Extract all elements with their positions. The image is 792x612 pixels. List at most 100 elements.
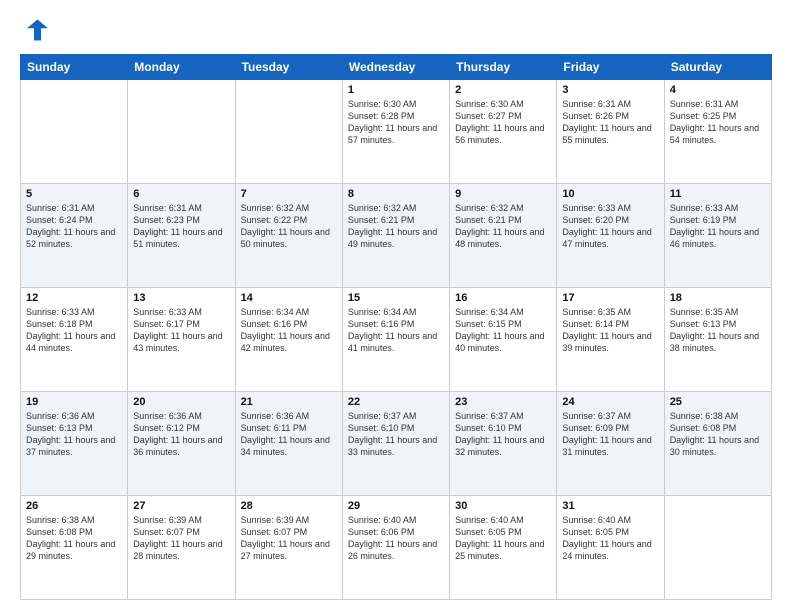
day-number: 13	[133, 292, 229, 304]
cell-info: Sunrise: 6:36 AM Sunset: 6:11 PM Dayligh…	[241, 410, 337, 459]
calendar-cell: 28 Sunrise: 6:39 AM Sunset: 6:07 PM Dayli…	[235, 496, 342, 600]
cell-info: Sunrise: 6:34 AM Sunset: 6:15 PM Dayligh…	[455, 306, 551, 355]
cell-info: Sunrise: 6:34 AM Sunset: 6:16 PM Dayligh…	[241, 306, 337, 355]
calendar-cell: 17Sunrise: 6:35 AM Sunset: 6:14 PM Dayli…	[557, 288, 664, 392]
day-number: 28	[241, 500, 337, 512]
day-number: 20	[133, 396, 229, 408]
cell-info: Sunrise: 6:37 AM Sunset: 6:09 PM Dayligh…	[562, 410, 658, 459]
cell-info: Sunrise: 6:31 AM Sunset: 6:24 PM Dayligh…	[26, 202, 122, 251]
cell-info: Sunrise: 6:40 AM Sunset: 6:05 PM Dayligh…	[455, 514, 551, 563]
calendar-cell	[664, 496, 771, 600]
cell-info: Sunrise: 6:35 AM Sunset: 6:14 PM Dayligh…	[562, 306, 658, 355]
day-number: 31	[562, 500, 658, 512]
cell-info: Sunrise: 6:31 AM Sunset: 6:23 PM Dayligh…	[133, 202, 229, 251]
calendar-cell: 14Sunrise: 6:34 AM Sunset: 6:16 PM Dayli…	[235, 288, 342, 392]
cell-info: Sunrise: 6:31 AM Sunset: 6:25 PM Dayligh…	[670, 98, 766, 147]
cell-info: Sunrise: 6:39 AM Sunset: 6:07 PM Dayligh…	[241, 514, 337, 563]
day-number: 5	[26, 188, 122, 200]
col-header-saturday: Saturday	[664, 55, 771, 80]
calendar-cell: 9 Sunrise: 6:32 AM Sunset: 6:21 PM Daylig…	[450, 184, 557, 288]
calendar-cell: 31 Sunrise: 6:40 AM Sunset: 6:05 PM Dayli…	[557, 496, 664, 600]
day-number: 15	[348, 292, 444, 304]
calendar-cell: 29Sunrise: 6:40 AM Sunset: 6:06 PM Dayli…	[342, 496, 449, 600]
cell-info: Sunrise: 6:33 AM Sunset: 6:17 PM Dayligh…	[133, 306, 229, 355]
calendar: SundayMondayTuesdayWednesdayThursdayFrid…	[20, 54, 772, 600]
logo	[20, 16, 52, 44]
calendar-cell: 2Sunrise: 6:30 AM Sunset: 6:27 PM Daylig…	[450, 80, 557, 184]
calendar-cell: 24 Sunrise: 6:37 AM Sunset: 6:09 PM Dayli…	[557, 392, 664, 496]
day-number: 6	[133, 188, 229, 200]
calendar-cell: 11 Sunrise: 6:33 AM Sunset: 6:19 PM Dayli…	[664, 184, 771, 288]
day-number: 27	[133, 500, 229, 512]
day-number: 29	[348, 500, 444, 512]
calendar-cell	[21, 80, 128, 184]
col-header-thursday: Thursday	[450, 55, 557, 80]
day-number: 19	[26, 396, 122, 408]
calendar-cell: 18 Sunrise: 6:35 AM Sunset: 6:13 PM Dayli…	[664, 288, 771, 392]
calendar-cell: 27 Sunrise: 6:39 AM Sunset: 6:07 PM Dayli…	[128, 496, 235, 600]
day-number: 8	[348, 188, 444, 200]
cell-info: Sunrise: 6:37 AM Sunset: 6:10 PM Dayligh…	[455, 410, 551, 459]
calendar-cell: 26 Sunrise: 6:38 AM Sunset: 6:08 PM Dayli…	[21, 496, 128, 600]
calendar-cell: 5 Sunrise: 6:31 AM Sunset: 6:24 PM Daylig…	[21, 184, 128, 288]
cell-info: Sunrise: 6:38 AM Sunset: 6:08 PM Dayligh…	[26, 514, 122, 563]
col-header-sunday: Sunday	[21, 55, 128, 80]
cell-info: Sunrise: 6:33 AM Sunset: 6:19 PM Dayligh…	[670, 202, 766, 251]
day-number: 7	[241, 188, 337, 200]
cell-info: Sunrise: 6:31 AM Sunset: 6:26 PM Dayligh…	[562, 98, 658, 147]
day-number: 30	[455, 500, 551, 512]
day-number: 12	[26, 292, 122, 304]
day-number: 10	[562, 188, 658, 200]
calendar-header-row: SundayMondayTuesdayWednesdayThursdayFrid…	[21, 55, 772, 80]
day-number: 25	[670, 396, 766, 408]
col-header-friday: Friday	[557, 55, 664, 80]
day-number: 3	[562, 84, 658, 96]
day-number: 23	[455, 396, 551, 408]
cell-info: Sunrise: 6:36 AM Sunset: 6:13 PM Dayligh…	[26, 410, 122, 459]
calendar-week-row: 12Sunrise: 6:33 AM Sunset: 6:18 PM Dayli…	[21, 288, 772, 392]
calendar-cell: 30 Sunrise: 6:40 AM Sunset: 6:05 PM Dayli…	[450, 496, 557, 600]
calendar-cell: 15 Sunrise: 6:34 AM Sunset: 6:16 PM Dayli…	[342, 288, 449, 392]
calendar-cell: 20 Sunrise: 6:36 AM Sunset: 6:12 PM Dayli…	[128, 392, 235, 496]
calendar-week-row: 5 Sunrise: 6:31 AM Sunset: 6:24 PM Daylig…	[21, 184, 772, 288]
day-number: 4	[670, 84, 766, 96]
cell-info: Sunrise: 6:32 AM Sunset: 6:21 PM Dayligh…	[455, 202, 551, 251]
calendar-cell	[235, 80, 342, 184]
calendar-cell: 21Sunrise: 6:36 AM Sunset: 6:11 PM Dayli…	[235, 392, 342, 496]
day-number: 26	[26, 500, 122, 512]
calendar-cell: 1Sunrise: 6:30 AM Sunset: 6:28 PM Daylig…	[342, 80, 449, 184]
day-number: 22	[348, 396, 444, 408]
calendar-cell: 4 Sunrise: 6:31 AM Sunset: 6:25 PM Daylig…	[664, 80, 771, 184]
calendar-cell: 3 Sunrise: 6:31 AM Sunset: 6:26 PM Daylig…	[557, 80, 664, 184]
calendar-cell: 12Sunrise: 6:33 AM Sunset: 6:18 PM Dayli…	[21, 288, 128, 392]
col-header-tuesday: Tuesday	[235, 55, 342, 80]
header	[20, 16, 772, 44]
cell-info: Sunrise: 6:34 AM Sunset: 6:16 PM Dayligh…	[348, 306, 444, 355]
calendar-cell: 22 Sunrise: 6:37 AM Sunset: 6:10 PM Dayli…	[342, 392, 449, 496]
cell-info: Sunrise: 6:36 AM Sunset: 6:12 PM Dayligh…	[133, 410, 229, 459]
day-number: 9	[455, 188, 551, 200]
calendar-cell: 8 Sunrise: 6:32 AM Sunset: 6:21 PM Daylig…	[342, 184, 449, 288]
cell-info: Sunrise: 6:40 AM Sunset: 6:05 PM Dayligh…	[562, 514, 658, 563]
col-header-monday: Monday	[128, 55, 235, 80]
calendar-week-row: 19 Sunrise: 6:36 AM Sunset: 6:13 PM Dayli…	[21, 392, 772, 496]
calendar-cell: 13 Sunrise: 6:33 AM Sunset: 6:17 PM Dayli…	[128, 288, 235, 392]
day-number: 24	[562, 396, 658, 408]
calendar-cell	[128, 80, 235, 184]
cell-info: Sunrise: 6:35 AM Sunset: 6:13 PM Dayligh…	[670, 306, 766, 355]
cell-info: Sunrise: 6:33 AM Sunset: 6:20 PM Dayligh…	[562, 202, 658, 251]
cell-info: Sunrise: 6:32 AM Sunset: 6:21 PM Dayligh…	[348, 202, 444, 251]
day-number: 11	[670, 188, 766, 200]
day-number: 2	[455, 84, 551, 96]
calendar-week-row: 1Sunrise: 6:30 AM Sunset: 6:28 PM Daylig…	[21, 80, 772, 184]
calendar-cell: 10 Sunrise: 6:33 AM Sunset: 6:20 PM Dayli…	[557, 184, 664, 288]
day-number: 1	[348, 84, 444, 96]
calendar-cell: 16 Sunrise: 6:34 AM Sunset: 6:15 PM Dayli…	[450, 288, 557, 392]
cell-info: Sunrise: 6:37 AM Sunset: 6:10 PM Dayligh…	[348, 410, 444, 459]
cell-info: Sunrise: 6:39 AM Sunset: 6:07 PM Dayligh…	[133, 514, 229, 563]
calendar-cell: 19 Sunrise: 6:36 AM Sunset: 6:13 PM Dayli…	[21, 392, 128, 496]
day-number: 16	[455, 292, 551, 304]
calendar-week-row: 26 Sunrise: 6:38 AM Sunset: 6:08 PM Dayli…	[21, 496, 772, 600]
calendar-cell: 7Sunrise: 6:32 AM Sunset: 6:22 PM Daylig…	[235, 184, 342, 288]
day-number: 18	[670, 292, 766, 304]
